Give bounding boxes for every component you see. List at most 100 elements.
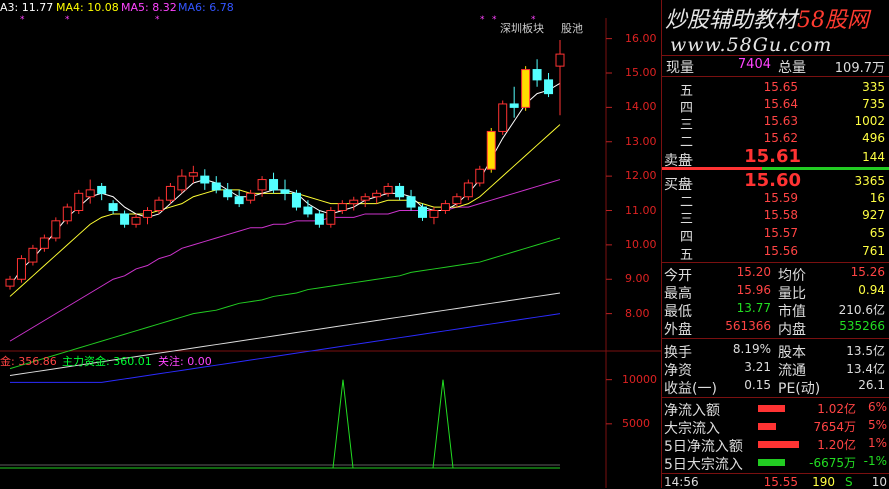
zongliang-label: 总量 [778,60,806,76]
flow-bar [758,405,785,412]
candle-body [120,213,130,225]
panel-divider-line [662,338,889,339]
candle-body [452,196,462,205]
stat-value: 0.94 [858,283,885,297]
candle-body [188,172,198,177]
candle-body [280,189,290,194]
candle-body [509,103,519,108]
bid-price: 15.57 [763,226,798,240]
bid-price: 15.56 [763,244,798,258]
flow-value: 7654万 [813,420,856,434]
candle-body [291,192,301,208]
ask-volume: 496 [862,131,885,145]
stat-label: 内盘 [778,322,806,338]
flow-value: 1.02亿 [817,402,856,416]
stat-value: 26.1 [858,378,885,392]
legend-ma6: MA6: 6.78 [178,1,234,14]
legend-attention: 关注: 0.00 [158,355,212,368]
candle-body [234,196,244,205]
candle-body [5,278,15,287]
fund-tick-label: 10000 [622,372,657,386]
kline-chart[interactable]: * * * * * * [0,0,662,488]
legend-ma3: A3: 11.77 [0,1,54,14]
candle-body [303,206,313,215]
stat-label: 最高 [664,286,692,302]
bid-volume: 16 [869,191,885,205]
legend-main-fund: 主力资金: 360.01 [62,355,152,368]
candle-body [177,175,187,191]
candle-body [211,182,221,191]
stat-label: 收益(一) [664,381,717,397]
candle-body [165,185,175,201]
ma-yellow-line [9,124,561,297]
panel-divider-line [662,473,889,474]
bid-level-label: 四 [680,230,694,245]
price-tick-label: 14.00 [625,100,657,114]
flow-value: -6675万 [809,456,856,470]
candle-body [544,79,554,95]
candle-body [97,185,107,194]
legend-ma5: MA5: 8.32 [121,1,177,14]
candle-body [28,247,38,263]
bid-level-label: 三 [680,212,694,227]
candle-body [326,210,336,225]
candle-body [555,53,565,67]
stat-value: 13.4亿 [846,362,885,376]
price-tick-label: 15.00 [625,66,657,79]
candle-body [246,192,256,201]
candle-body [223,189,233,198]
candle-body [372,192,382,198]
ask-price: 15.65 [763,80,798,94]
stat-value: 13.77 [736,301,771,315]
candle-body [39,237,49,249]
stat-label: 均价 [778,268,806,284]
candle-body [51,220,61,239]
fund-tick-label: 5000 [622,416,650,430]
stat-label: 换手 [664,345,692,361]
ask-volume: 1002 [854,114,885,128]
candle-body [314,213,324,225]
watermark-logo: 炒股辅助教材58股网 [665,8,870,33]
ask-price: 15.64 [763,97,798,111]
flow-value: 1.20亿 [817,438,856,452]
panel-divider-line [662,55,889,56]
pool-tag[interactable]: 股池 [561,20,583,36]
stat-label: 今开 [664,268,692,284]
ma-green-line [9,237,561,370]
candle-body [349,199,359,205]
stat-label: 股本 [778,345,806,361]
ask-level-label: 二 [680,135,694,150]
tick-time: 14:56 [664,475,699,489]
candle-body [521,69,531,108]
tick-side: S [845,475,853,489]
xianliang-value: 7404 [737,57,771,72]
candle-body [154,199,164,211]
fund-spike [432,379,454,469]
bid-volume: 65 [869,226,885,240]
xianliang-label: 现量 [666,60,694,76]
stat-label: PE(动) [778,381,821,397]
stat-value: 15.26 [850,265,885,279]
stat-label: 市值 [778,304,806,320]
candle-body [337,203,347,211]
ask1-price: 15.61 [744,146,801,167]
bid-volume: 3365 [854,174,885,188]
flow-pct: -1% [863,454,887,468]
watermark-url: www.58Gu.com [670,34,833,56]
candle-body [16,258,26,280]
candle-body [429,210,439,218]
stat-value: 535266 [839,319,885,333]
flow-pct: 5% [867,418,887,432]
candle-body [463,182,473,198]
stat-value: 15.96 [736,283,771,297]
signal-marker: * [20,15,25,25]
flow-bar [758,423,776,430]
tick-volume: 190 [812,475,835,489]
tick-price: 15.55 [763,475,798,489]
price-tick-label: 9.00 [625,272,650,286]
signal-marker: * [65,15,70,25]
bid-volume: 761 [862,244,885,258]
flow-pct: 1% [867,436,887,450]
stat-value: 0.15 [744,378,771,392]
sector-tag[interactable]: 深圳板块 [500,20,544,36]
